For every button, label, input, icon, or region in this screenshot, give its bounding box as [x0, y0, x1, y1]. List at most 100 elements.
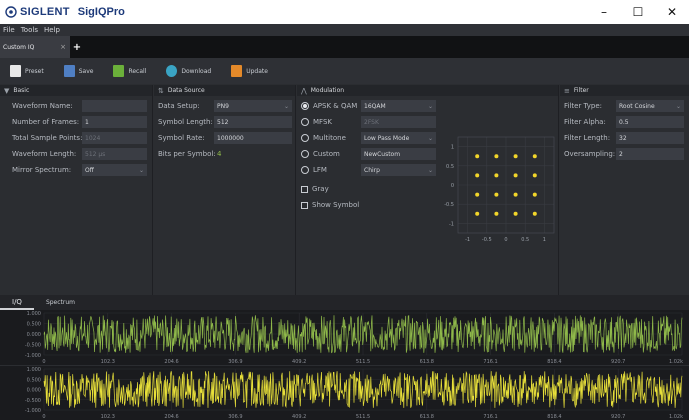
- update-button[interactable]: Update: [231, 65, 268, 77]
- checkbox[interactable]: [301, 201, 308, 209]
- mirror-spectrum-value: Off: [85, 166, 94, 174]
- lfm-select[interactable]: Chirp ⌄: [361, 164, 436, 176]
- plot-ytick: 0.500: [27, 377, 41, 383]
- menu-file[interactable]: File: [3, 26, 15, 34]
- filter-length-input[interactable]: 32: [616, 132, 684, 144]
- data-setup-select[interactable]: PN9 ⌄: [214, 100, 292, 112]
- tab-label: Custom IQ: [3, 43, 35, 51]
- show-symbol-checkbox[interactable]: Show Symbol: [301, 199, 359, 211]
- constellation-xtick: -1: [465, 237, 470, 243]
- radio-selected[interactable]: [301, 102, 309, 110]
- download-button[interactable]: Download: [166, 65, 211, 77]
- chevron-down-icon: ⌄: [138, 166, 144, 174]
- constellation-ytick: 0.5: [446, 164, 454, 170]
- gray-checkbox[interactable]: Gray: [301, 183, 329, 195]
- plot-xtick: 716.1: [483, 414, 497, 420]
- plot-xtick: 613.8: [420, 359, 434, 365]
- plot-ytick: -0.500: [25, 398, 41, 404]
- menu-help[interactable]: Help: [44, 26, 60, 34]
- modulation-icon: ⋀: [301, 86, 307, 95]
- symbol-length-label: Symbol Length:: [158, 118, 213, 126]
- basic-icon: ▼: [4, 86, 10, 95]
- radio-unselected[interactable]: [301, 118, 309, 126]
- radio-unselected[interactable]: [301, 166, 309, 174]
- gray-label: Gray: [312, 185, 329, 193]
- i-waveform-chart: 1.000 0.500 0.000 -0.500 -1.0000 102.3 204.6 30…: [25, 311, 683, 365]
- update-label: Update: [246, 67, 268, 75]
- plot-xtick: 409.2: [292, 414, 306, 420]
- custom-input[interactable]: NewCustom: [361, 148, 436, 160]
- mfsk-label: MFSK: [313, 118, 332, 126]
- symbol-rate-label: Symbol Rate:: [158, 134, 205, 142]
- apsk-qam-select[interactable]: 16QAM ⌄: [361, 100, 436, 112]
- plot-ytick: 0.500: [27, 322, 41, 328]
- save-button[interactable]: Save: [63, 65, 93, 77]
- symbol-rate-input[interactable]: 1000000: [214, 132, 292, 144]
- filter-type-select[interactable]: Root Cosine ⌄: [616, 100, 684, 112]
- plot-ytick: 1.000: [27, 367, 41, 373]
- plot-xtick: 306.9: [228, 414, 242, 420]
- bits-per-symbol-label: Bits per Symbol:: [158, 150, 216, 158]
- plot-ytick: -0.500: [25, 343, 41, 349]
- tab-custom-iq[interactable]: Custom IQ ×: [0, 36, 70, 58]
- minimize-button[interactable]: –: [587, 0, 621, 24]
- constellation-point: [532, 154, 537, 159]
- constellation-ytick: -0.5: [444, 202, 454, 208]
- basic-title: Basic: [13, 87, 30, 94]
- plot-xtick: 920.7: [611, 414, 625, 420]
- chevron-down-icon: ⌄: [283, 102, 289, 110]
- filter-length-label: Filter Length:: [564, 134, 611, 142]
- maximize-button[interactable]: ☐: [621, 0, 655, 24]
- lfm-option[interactable]: LFM: [301, 164, 327, 176]
- tab-iq[interactable]: I/Q: [0, 295, 34, 310]
- apsk-qam-value: 16QAM: [364, 102, 386, 110]
- document-tab-bar: Custom IQ × +: [0, 36, 689, 58]
- toolbar: Preset Save Recall Download Update: [0, 58, 689, 84]
- chevron-down-icon: ⌄: [427, 102, 433, 110]
- filter-panel: ≡ Filter Filter Type: Root Cosine ⌄ Filt…: [560, 85, 689, 295]
- basic-panel-header: ▼ Basic: [0, 85, 152, 96]
- siglent-logo-icon: [5, 6, 17, 18]
- plot-xtick: 511.5: [356, 414, 370, 420]
- number-of-frames-input[interactable]: 1: [82, 116, 147, 128]
- menu-bar: File Tools Help: [0, 24, 689, 36]
- waveform-name-label: Waveform Name:: [12, 102, 73, 110]
- oversampling-input[interactable]: 2: [616, 148, 684, 160]
- basic-panel: ▼ Basic Waveform Name: Number of Frames:…: [0, 85, 153, 295]
- custom-label: Custom: [313, 150, 340, 158]
- tab-spectrum[interactable]: Spectrum: [34, 295, 87, 310]
- symbol-length-input[interactable]: 512: [214, 116, 292, 128]
- checkbox[interactable]: [301, 185, 308, 193]
- constellation-xtick: 0.5: [521, 237, 529, 243]
- constellation-point: [494, 154, 499, 159]
- tab-close-icon[interactable]: ×: [60, 43, 66, 51]
- mirror-spectrum-select[interactable]: Off ⌄: [82, 164, 147, 176]
- waveform-name-input[interactable]: [82, 100, 147, 112]
- q-waveform-plot: 1.000 0.500 0.000 -0.500 -1.000 0 102.3 204.6 30…: [0, 366, 689, 420]
- custom-option[interactable]: Custom: [301, 148, 340, 160]
- plot-xtick: 716.1: [483, 359, 497, 365]
- plot-xtick: 204.6: [164, 359, 178, 365]
- filter-alpha-input[interactable]: 0.5: [616, 116, 684, 128]
- show-symbol-label: Show Symbol: [312, 201, 360, 209]
- data-source-panel-header: ⇅ Data Source: [154, 85, 295, 96]
- mfsk-option[interactable]: MFSK: [301, 116, 332, 128]
- download-label: Download: [181, 67, 212, 75]
- chevron-down-icon: ⌄: [675, 102, 681, 110]
- multitone-option[interactable]: Multitone: [301, 132, 346, 144]
- constellation-point: [475, 192, 480, 197]
- menu-tools[interactable]: Tools: [21, 26, 38, 34]
- plot-xtick: 102.3: [101, 414, 115, 420]
- apsk-qam-option[interactable]: APSK & QAM: [301, 100, 357, 112]
- recall-button[interactable]: Recall: [113, 65, 146, 77]
- radio-unselected[interactable]: [301, 134, 309, 142]
- add-tab-button[interactable]: +: [70, 36, 84, 58]
- close-button[interactable]: ✕: [655, 0, 689, 24]
- radio-unselected[interactable]: [301, 150, 309, 158]
- recall-icon: [113, 65, 125, 77]
- plot-xtick: 102.3: [101, 359, 115, 365]
- preset-button[interactable]: Preset: [10, 65, 44, 77]
- mfsk-select[interactable]: 2FSK: [361, 116, 436, 128]
- multitone-select[interactable]: Low Pass Mode ⌄: [361, 132, 436, 144]
- data-source-panel: ⇅ Data Source Data Setup: PN9 ⌄ Symbol L…: [154, 85, 296, 295]
